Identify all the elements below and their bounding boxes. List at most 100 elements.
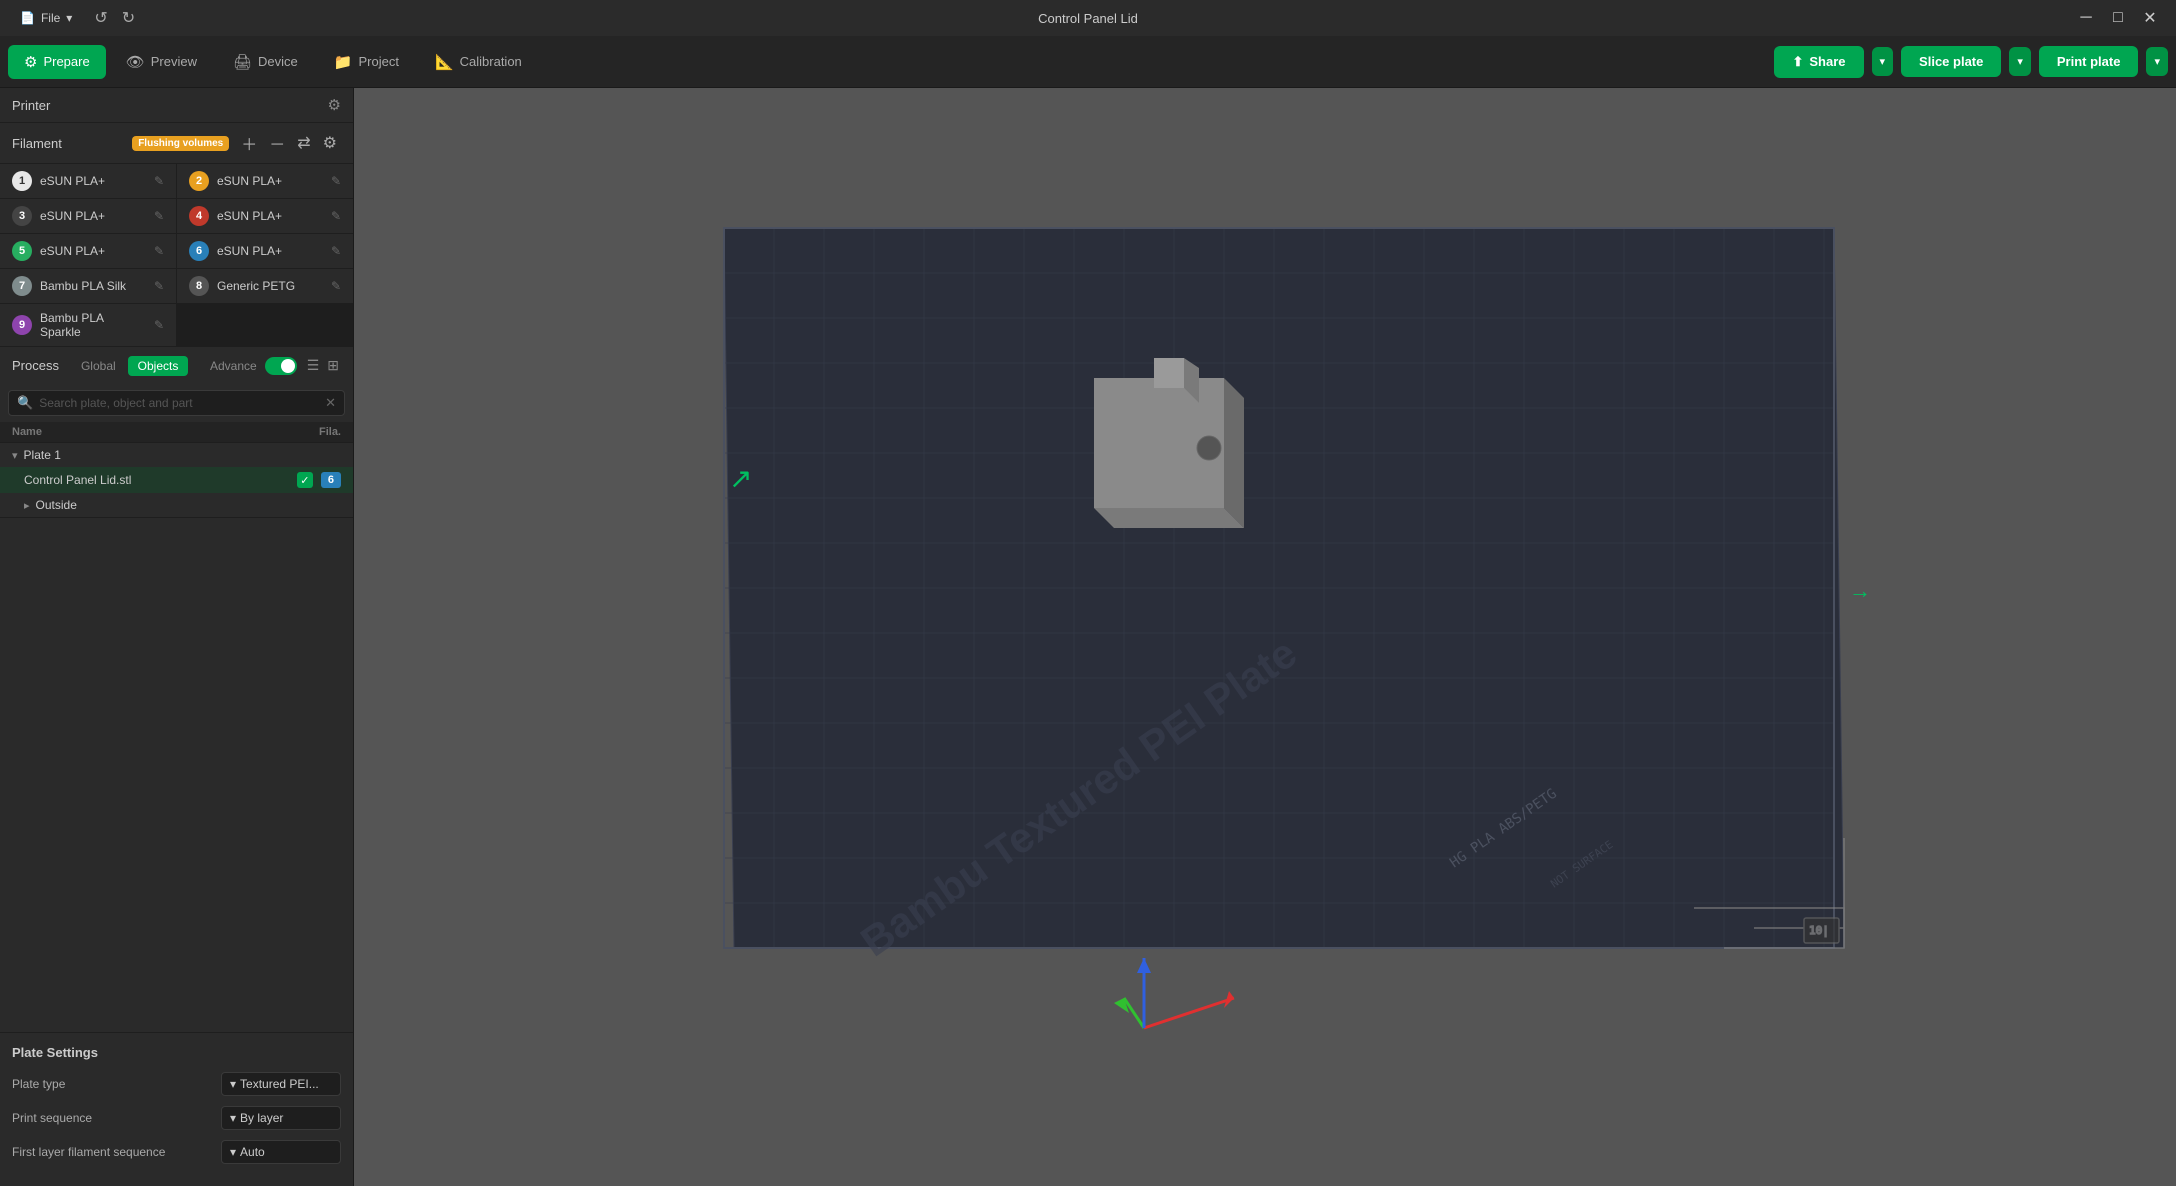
filament-item-2[interactable]: 2 eSUN PLA+ ✎ xyxy=(177,164,353,198)
preview-label: Preview xyxy=(151,54,197,69)
filament-settings-button[interactable]: ⚙ xyxy=(319,129,341,157)
filament-sync-button[interactable]: ⇄ xyxy=(293,129,314,157)
remove-filament-button[interactable]: － xyxy=(265,129,289,157)
print-sequence-label: Print sequence xyxy=(12,1111,221,1125)
filament-item-5[interactable]: 5 eSUN PLA+ ✎ xyxy=(0,234,176,268)
maximize-button[interactable]: □ xyxy=(2104,4,2132,32)
tab-preview[interactable]: 👁 Preview xyxy=(110,45,213,79)
setting-first-layer: First layer filament sequence ▾ Auto xyxy=(12,1140,341,1164)
plate-type-value[interactable]: ▾ Textured PEI... xyxy=(221,1072,341,1096)
plate-1-row[interactable]: ▾ Plate 1 xyxy=(0,443,353,467)
print-dropdown[interactable]: ▾ xyxy=(2146,47,2168,76)
process-grid-icon[interactable]: ⊞ xyxy=(325,355,341,376)
printer-label: Printer xyxy=(12,98,328,113)
object-checkbox[interactable]: ✓ xyxy=(297,472,313,488)
object-list-header: Name Fila. xyxy=(0,422,353,443)
plate-settings-section: Plate Settings Plate type ▾ Textured PEI… xyxy=(0,1032,353,1186)
close-button[interactable]: ✕ xyxy=(2136,4,2164,32)
filament-edit-icon-9[interactable]: ✎ xyxy=(154,318,164,332)
printer-settings-icon[interactable]: ⚙ xyxy=(328,96,341,114)
first-layer-value[interactable]: ▾ Auto xyxy=(221,1140,341,1164)
print-sequence-value[interactable]: ▾ By layer xyxy=(221,1106,341,1130)
process-settings-icons: ☰ ⊞ xyxy=(305,355,341,376)
first-layer-arrow: ▾ xyxy=(230,1145,236,1159)
advance-toggle[interactable] xyxy=(265,357,297,375)
file-menu[interactable]: 📄 File ▾ xyxy=(12,7,80,29)
first-layer-text: Auto xyxy=(240,1145,265,1159)
filament-edit-icon-5[interactable]: ✎ xyxy=(154,244,164,258)
plate-type-label: Plate type xyxy=(12,1077,221,1091)
3d-viewport[interactable]: ⬛ ⊞ ↺ ▦ ✥ ⊡ ⟳ ⊕ ✂ ⊿ 🎨 📏 ✕ ⊡ 📷 ◉ xyxy=(354,88,2176,1186)
minimize-button[interactable]: ─ xyxy=(2072,4,2100,32)
process-header: Process Global Objects Advance ☰ ⊞ xyxy=(0,347,353,384)
object-list: ▾ Plate 1 Control Panel Lid.stl ✓ 6 ▸ Ou… xyxy=(0,443,353,517)
prepare-icon: ⚙ xyxy=(24,53,37,71)
filament-item-7[interactable]: 7 Bambu PLA Silk ✎ xyxy=(0,269,176,303)
filament-edit-icon-1[interactable]: ✎ xyxy=(154,174,164,188)
undo-redo-group: ↺ ↻ xyxy=(88,4,141,32)
filament-item-1[interactable]: 1 eSUN PLA+ ✎ xyxy=(0,164,176,198)
tab-calibration[interactable]: 📐 Calibration xyxy=(419,45,538,79)
filament-label: Filament xyxy=(12,136,124,151)
share-dropdown[interactable]: ▾ xyxy=(1872,47,1894,76)
setting-plate-type: Plate type ▾ Textured PEI... xyxy=(12,1072,341,1096)
filament-name-8: Generic PETG xyxy=(217,279,323,293)
object-row-control-panel[interactable]: Control Panel Lid.stl ✓ 6 xyxy=(0,467,353,493)
title-bar: 📄 File ▾ ↺ ↻ Control Panel Lid ─ □ ✕ xyxy=(0,0,2176,36)
file-menu-arrow: ▾ xyxy=(66,11,72,25)
tab-global[interactable]: Global xyxy=(71,356,126,376)
outside-chevron-icon: ▸ xyxy=(24,499,30,512)
toolbar-right: ⬆ Share ▾ Slice plate ▾ Print plate ▾ xyxy=(1774,46,2168,78)
tab-device[interactable]: 🖨 Device xyxy=(217,45,314,79)
calibration-icon: 📐 xyxy=(435,53,454,71)
filament-item-4[interactable]: 4 eSUN PLA+ ✎ xyxy=(177,199,353,233)
window-title: Control Panel Lid xyxy=(1038,11,1138,26)
filament-num-1: 1 xyxy=(12,171,32,191)
filament-edit-icon-2[interactable]: ✎ xyxy=(331,174,341,188)
project-label: Project xyxy=(358,54,398,69)
filament-edit-icon-4[interactable]: ✎ xyxy=(331,209,341,223)
filament-name-4: eSUN PLA+ xyxy=(217,209,323,223)
filament-edit-icon-6[interactable]: ✎ xyxy=(331,244,341,258)
process-list-icon[interactable]: ☰ xyxy=(305,355,322,376)
filament-edit-icon-7[interactable]: ✎ xyxy=(154,279,164,293)
tab-objects[interactable]: Objects xyxy=(128,356,189,376)
device-label: Device xyxy=(258,54,298,69)
slice-dropdown[interactable]: ▾ xyxy=(2009,47,2031,76)
flushing-badge[interactable]: Flushing volumes xyxy=(132,136,229,151)
project-icon: 📁 xyxy=(334,53,353,71)
search-input[interactable] xyxy=(39,396,319,410)
plate-1-label: Plate 1 xyxy=(24,448,61,462)
advance-label: Advance xyxy=(210,359,257,373)
share-icon: ⬆ xyxy=(1792,54,1803,70)
search-clear-icon[interactable]: ✕ xyxy=(325,395,336,411)
filament-item-3[interactable]: 3 eSUN PLA+ ✎ xyxy=(0,199,176,233)
outside-row[interactable]: ▸ Outside xyxy=(0,493,353,517)
device-icon: 🖨 xyxy=(233,53,252,71)
col-fila: Fila. xyxy=(319,426,341,438)
filament-num-3: 3 xyxy=(12,206,32,226)
filament-edit-icon-8[interactable]: ✎ xyxy=(331,279,341,293)
filament-name-7: Bambu PLA Silk xyxy=(40,279,146,293)
filament-num-9: 9 xyxy=(12,315,32,335)
print-label: Print plate xyxy=(2057,54,2121,69)
filament-item-8[interactable]: 8 Generic PETG ✎ xyxy=(177,269,353,303)
undo-button[interactable]: ↺ xyxy=(88,4,113,32)
share-button[interactable]: ⬆ Share xyxy=(1774,46,1863,78)
col-name: Name xyxy=(12,426,319,438)
process-label: Process xyxy=(12,358,59,373)
slice-button[interactable]: Slice plate xyxy=(1901,46,2001,77)
filament-edit-icon-3[interactable]: ✎ xyxy=(154,209,164,223)
filament-item-9[interactable]: 9 Bambu PLA Sparkle ✎ xyxy=(0,304,176,346)
print-button[interactable]: Print plate xyxy=(2039,46,2139,77)
filament-item-6[interactable]: 6 eSUN PLA+ ✎ xyxy=(177,234,353,268)
filament-header: Filament Flushing volumes ＋ － ⇄ ⚙ xyxy=(0,123,353,164)
tab-project[interactable]: 📁 Project xyxy=(318,45,415,79)
tab-prepare[interactable]: ⚙ Prepare xyxy=(8,45,106,79)
redo-button[interactable]: ↻ xyxy=(116,4,141,32)
sidebar: Printer ⚙ Filament Flushing volumes ＋ － … xyxy=(0,88,354,1186)
filament-name-5: eSUN PLA+ xyxy=(40,244,146,258)
object-name-label: Control Panel Lid.stl xyxy=(24,473,289,487)
add-filament-button[interactable]: ＋ xyxy=(237,129,261,157)
main-toolbar: ⚙ Prepare 👁 Preview 🖨 Device 📁 Project 📐… xyxy=(0,36,2176,88)
